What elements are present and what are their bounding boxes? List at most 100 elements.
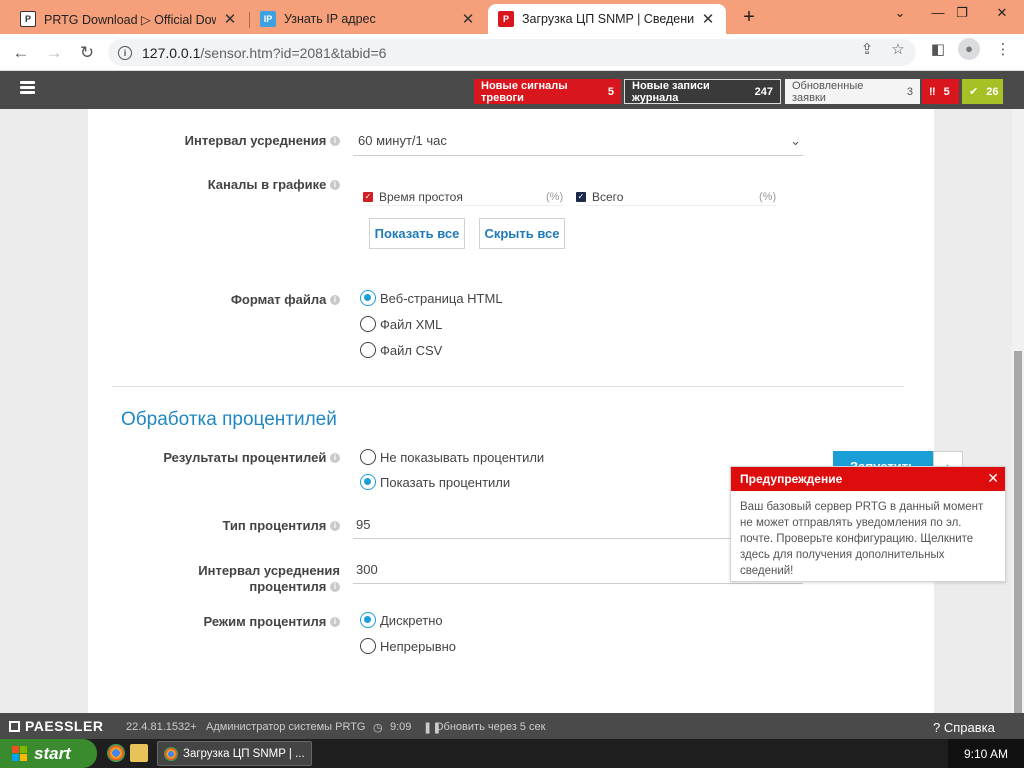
info-icon[interactable]: i — [330, 136, 340, 146]
radio-unselected-icon[interactable] — [360, 316, 376, 332]
info-icon[interactable]: i — [330, 453, 340, 463]
taskbar-window-chrome[interactable]: Загрузка ЦП SNMP | ... — [157, 741, 312, 766]
share-icon[interactable]: ⇪ — [856, 40, 878, 58]
percentile-mode-label: Режим процентиля i — [150, 614, 340, 629]
prtg-icon: P — [20, 11, 36, 27]
radio-mode-continuous[interactable]: Непрерывно — [360, 638, 456, 654]
site-info-icon[interactable]: i — [118, 45, 132, 60]
checkbox-checked-icon[interactable]: ✓ — [576, 192, 586, 202]
badge-count: 247 — [754, 85, 773, 98]
check-icon: ✔ — [969, 86, 979, 98]
radio-selected-icon[interactable] — [360, 290, 376, 306]
new-alarms-badge[interactable]: Новые сигналы тревоги 5 — [474, 79, 621, 104]
hamburger-menu-icon[interactable] — [20, 81, 35, 94]
close-tab-icon[interactable]: ✕ — [700, 10, 716, 28]
close-window-icon[interactable]: ✕ — [984, 2, 1020, 24]
radio-label: Непрерывно — [380, 638, 457, 654]
badge-count: 5 — [607, 85, 614, 98]
percentile-results-label: Результаты процентилей i — [150, 450, 340, 465]
back-icon[interactable]: ← — [9, 41, 33, 65]
clock-icon: ◷ — [373, 722, 383, 734]
label-text: Интервал усреднения — [198, 563, 340, 578]
radio-format-xml[interactable]: Файл XML — [360, 316, 442, 332]
chevron-down-icon: ⌄ — [790, 133, 801, 148]
menu-kebab-icon[interactable]: ⋮ — [992, 40, 1014, 58]
url-host: 127.0.0.1 — [142, 44, 201, 61]
hide-all-button[interactable]: Скрыть все — [479, 218, 565, 249]
updated-tickets-badge[interactable]: Обновленные заявки 3 — [785, 79, 920, 104]
radio-mode-discrete[interactable]: Дискретно — [360, 612, 443, 628]
info-icon[interactable]: i — [330, 295, 340, 305]
tab-title: Узнать IP адрес — [284, 12, 376, 26]
down-sensors-badge[interactable]: ‼ 5 — [922, 79, 959, 104]
radio-label: Показать процентили — [380, 474, 511, 490]
browser-tab-ip[interactable]: IP Узнать IP адрес ✕ — [250, 4, 486, 34]
radio-selected-icon[interactable] — [360, 612, 376, 628]
radio-format-html[interactable]: Веб-страница HTML — [360, 290, 503, 306]
checkbox-checked-icon[interactable]: ✓ — [363, 192, 373, 202]
brand-text: PAESSLER — [25, 718, 104, 734]
new-log-entries-badge[interactable]: Новые записи журнала 247 — [624, 79, 781, 104]
help-label: Справка — [943, 720, 995, 735]
windows-taskbar: start Загрузка ЦП SNMP | ... 9:10 AM — [0, 739, 1024, 768]
info-icon[interactable]: i — [330, 617, 340, 627]
radio-percentile-show[interactable]: Показать процентили — [360, 474, 510, 490]
warning-message[interactable]: Ваш базовый сервер PRTG в данный момент … — [731, 491, 1005, 587]
system-clock[interactable]: 9:10 AM — [948, 739, 1024, 768]
page-scrollbar[interactable] — [1012, 109, 1024, 713]
close-tab-icon[interactable]: ✕ — [460, 10, 476, 28]
badge-label: Обновленные заявки — [792, 79, 864, 104]
radio-label: Не показывать процентили — [380, 449, 545, 465]
up-sensors-badge[interactable]: ✔ 26 — [962, 79, 1003, 104]
info-icon[interactable]: i — [330, 582, 340, 592]
restore-icon[interactable]: ❐ — [944, 2, 980, 24]
prtg-red-icon: P — [498, 11, 514, 27]
info-icon[interactable]: i — [330, 521, 340, 531]
show-all-button[interactable]: Показать все — [369, 218, 465, 249]
user-name[interactable]: Администратор системы PRTG — [206, 721, 365, 733]
address-bar: ← → ↻ i 127.0.0.1/sensor.htm?id=2081&tab… — [0, 34, 1024, 71]
forward-icon[interactable]: → — [42, 41, 66, 65]
help-link[interactable]: ? Справка — [933, 720, 995, 735]
url-input[interactable]: i 127.0.0.1/sensor.htm?id=2081&tabid=6 — [108, 39, 916, 66]
browser-tab-prtg-download[interactable]: P PRTG Download ▷ Official Down ✕ — [10, 4, 248, 34]
radio-format-csv[interactable]: Файл CSV — [360, 342, 442, 358]
sidebar-icon[interactable]: ◧ — [927, 40, 949, 58]
browser-tab-active[interactable]: P Загрузка ЦП SNMP | Сведения о ✕ — [488, 4, 726, 34]
new-tab-icon[interactable]: + — [738, 6, 760, 29]
channel-unit: (%) — [759, 191, 777, 203]
radio-unselected-icon[interactable] — [360, 342, 376, 358]
browser-tab-strip: P PRTG Download ▷ Official Down ✕ IP Узн… — [0, 0, 1024, 34]
avg-interval-label: Интервал усреднения i — [150, 133, 340, 148]
channel-name: Время простоя — [379, 190, 463, 204]
folder-icon[interactable] — [130, 744, 148, 762]
radio-unselected-icon[interactable] — [360, 638, 376, 654]
close-icon[interactable]: ✕ — [987, 470, 999, 487]
channel-checkbox-total[interactable]: ✓ Всего — [576, 190, 623, 204]
radio-selected-icon[interactable] — [360, 474, 376, 490]
chevron-down-icon[interactable]: ⌄ — [882, 2, 918, 24]
radio-unselected-icon[interactable] — [360, 449, 376, 465]
close-tab-icon[interactable]: ✕ — [222, 10, 238, 28]
refresh-countdown[interactable]: Обновить через 5 сек — [435, 721, 545, 733]
warning-notification[interactable]: Предупреждение ✕ Ваш базовый сервер PRTG… — [730, 466, 1006, 582]
info-icon[interactable]: i — [330, 180, 340, 190]
start-button[interactable]: start — [0, 739, 97, 768]
channel-checkbox-downtime[interactable]: ✓ Время простоя — [363, 190, 463, 204]
bookmark-star-icon[interactable]: ☆ — [887, 40, 909, 58]
paessler-logo-icon — [9, 720, 20, 732]
reload-icon[interactable]: ↻ — [75, 41, 99, 65]
prtg-footer: PAESSLER 22.4.81.1532+ Администратор сис… — [0, 713, 1024, 739]
scrollbar-thumb[interactable] — [1014, 351, 1022, 713]
taskbar-window-title: Загрузка ЦП SNMP | ... — [183, 747, 305, 760]
server-time: 9:09 — [390, 721, 412, 733]
warning-title: Предупреждение — [740, 472, 843, 486]
radio-label: Веб-страница HTML — [380, 290, 503, 306]
version-text: 22.4.81.1532+ — [126, 721, 197, 733]
profile-icon[interactable]: ● — [958, 38, 980, 60]
chrome-icon[interactable] — [107, 744, 125, 762]
avg-interval-select[interactable]: 60 минут/1 час ⌄ — [353, 133, 803, 156]
radio-label: Дискретно — [380, 612, 443, 628]
radio-percentile-hide[interactable]: Не показывать процентили — [360, 449, 544, 465]
radio-label: Файл CSV — [380, 342, 443, 358]
